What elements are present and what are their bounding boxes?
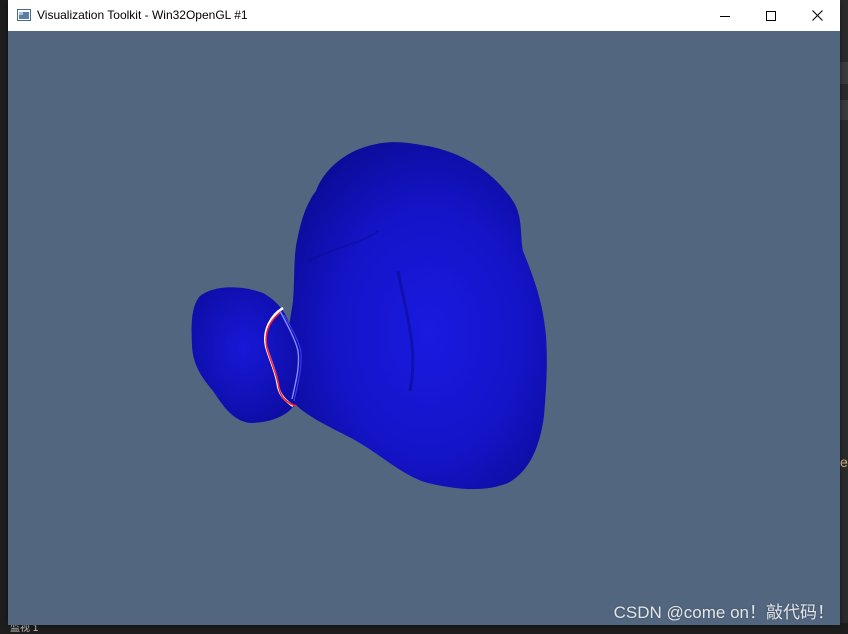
vtk-render-window: Visualization Toolkit - Win32OpenGL #1 C… xyxy=(8,0,840,625)
background-app-strip xyxy=(840,100,848,120)
background-app-glyph: e xyxy=(840,454,848,470)
window-title: Visualization Toolkit - Win32OpenGL #1 xyxy=(37,8,248,22)
organ-surface xyxy=(284,142,547,490)
watermark: CSDN @come on！敲代码！ xyxy=(613,603,834,622)
maximize-button[interactable] xyxy=(748,0,794,31)
close-button[interactable] xyxy=(794,0,840,31)
minimize-button[interactable] xyxy=(702,0,748,31)
3d-scene xyxy=(191,142,547,490)
background-app-strip xyxy=(840,62,848,84)
app-icon xyxy=(17,9,31,21)
window-titlebar[interactable]: Visualization Toolkit - Win32OpenGL #1 xyxy=(8,0,840,31)
minimize-icon xyxy=(720,15,730,17)
close-icon xyxy=(811,10,823,21)
background-app-edge xyxy=(840,0,848,633)
maximize-icon xyxy=(766,10,776,21)
render-viewport[interactable]: CSDN @come on！敲代码！ xyxy=(8,31,840,625)
organ-lobe xyxy=(191,287,297,423)
